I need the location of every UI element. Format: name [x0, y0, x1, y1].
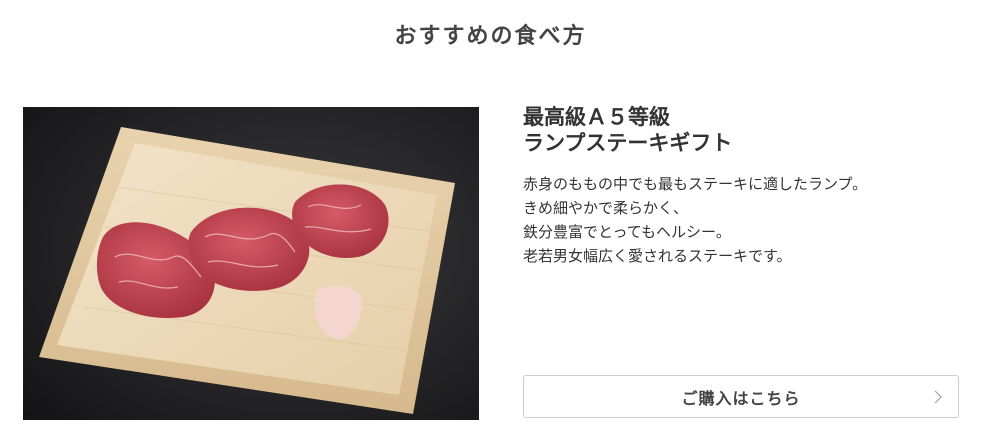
description-line-4: 老若男女幅広く愛されるステーキです。	[523, 247, 792, 265]
purchase-button[interactable]: ご購入はこちら	[523, 375, 959, 418]
chevron-right-icon	[929, 390, 942, 403]
purchase-button-label: ご購入はこちら	[681, 388, 801, 408]
product-name-line-1: 最高級Ａ５等級	[523, 105, 670, 129]
product-name: 最高級Ａ５等級 ランプステーキギフト	[523, 104, 953, 156]
description-line-3: 鉄分豊富でとってもヘルシー。	[523, 223, 731, 241]
section-title: おすすめの食べ方	[394, 23, 587, 49]
product-photo	[23, 107, 479, 420]
description-line-1: 赤身のももの中でも最もステーキに適したランプ。	[523, 175, 868, 193]
product-description: 赤身のももの中でも最もステーキに適したランプ。 きめ細やかで柔らかく、 鉄分豊富…	[523, 172, 963, 268]
description-line-2: きめ細やかで柔らかく、	[523, 199, 689, 217]
product-name-line-2: ランプステーキギフト	[523, 131, 733, 155]
